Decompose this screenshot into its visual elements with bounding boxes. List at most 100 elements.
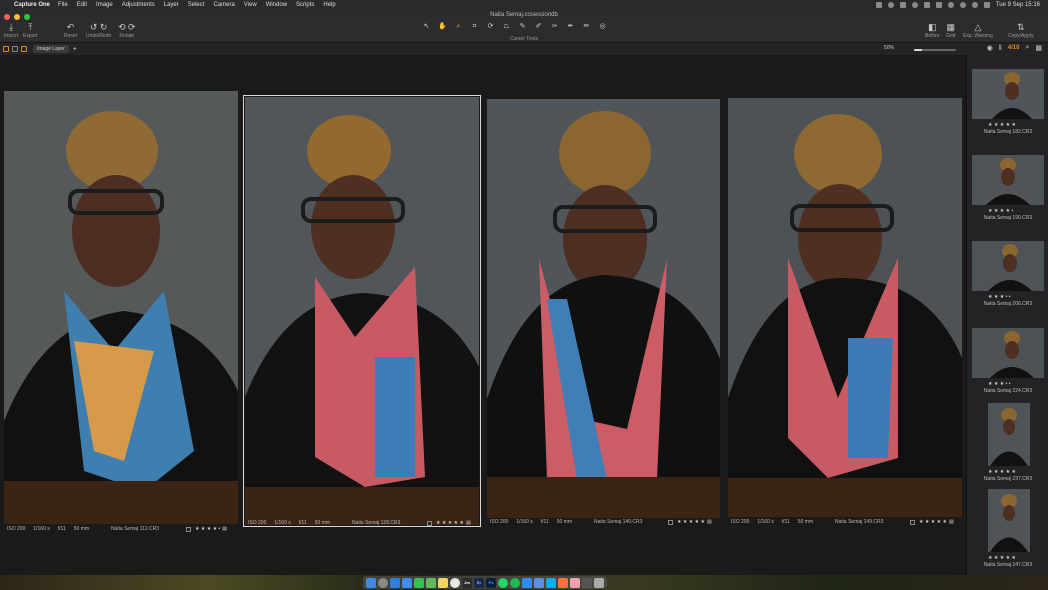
browser-view-icon[interactable]: ▦ <box>1035 44 1042 52</box>
photo-149[interactable] <box>728 98 962 517</box>
pan-tool-icon[interactable]: ✋ <box>436 23 449 31</box>
messages-icon[interactable] <box>414 577 424 588</box>
zoom-tool-icon[interactable]: ⌕ <box>452 23 465 31</box>
bluetooth-icon[interactable] <box>947 2 954 8</box>
menubar-clock[interactable]: Tue 9 Sep 15:16 <box>996 2 1040 8</box>
menubar-extra-icon[interactable] <box>875 2 882 8</box>
star-rating[interactable]: ★ ★ ★ ★ • <box>195 526 220 532</box>
filmstrip-item[interactable]: ★ ★ ★ • • Naita Semaj 206.CR3 <box>970 241 1046 323</box>
crop-tool-icon[interactable]: ⌗ <box>468 23 481 31</box>
zoom-icon[interactable] <box>522 577 532 588</box>
filmstrip-item[interactable]: ★ ★ ★ • • Naita Semaj 224.CR3 <box>970 328 1046 410</box>
photo-128[interactable] <box>243 95 481 527</box>
bridge-icon[interactable]: Br <box>474 577 484 588</box>
menu-image[interactable]: Image <box>96 2 113 8</box>
layer-select[interactable]: Image Layer <box>33 45 69 53</box>
spotify-icon[interactable] <box>510 577 520 588</box>
pause-icon[interactable]: ‖ <box>999 45 1002 52</box>
label-icon[interactable]: ▤ <box>222 526 227 532</box>
browser-mode-icon[interactable] <box>12 46 18 52</box>
label-icon[interactable]: ▤ <box>707 519 712 525</box>
menu-help[interactable]: Help <box>323 2 335 8</box>
app-menu[interactable]: Capture One <box>14 2 50 8</box>
thumb-stars[interactable]: ★ ★ ★ • • <box>988 294 1011 300</box>
menu-window[interactable]: Window <box>266 2 287 8</box>
photoshop-icon[interactable]: Ps <box>486 577 496 588</box>
preview-icon[interactable] <box>570 577 580 588</box>
select-checkbox[interactable] <box>910 519 915 525</box>
trash-icon[interactable] <box>594 577 604 588</box>
select-checkbox[interactable] <box>668 519 673 525</box>
grid-button[interactable]: ▦ Grid <box>946 22 955 39</box>
photo-rating[interactable]: ★ ★ ★ ★ ★ ▤ <box>427 520 471 526</box>
select-tool-icon[interactable]: ↖ <box>420 23 433 31</box>
label-icon[interactable]: ▤ <box>466 520 471 526</box>
thumb-stars[interactable]: ★ ★ ★ ★ ★ <box>988 555 1016 561</box>
menu-layer[interactable]: Layer <box>164 2 179 8</box>
select-checkbox[interactable] <box>427 520 432 526</box>
search-icon[interactable] <box>971 2 978 8</box>
finder-icon[interactable] <box>366 577 376 588</box>
annotation-tool-icon[interactable]: ◎ <box>596 23 609 31</box>
filmstrip-item[interactable]: ★ ★ ★ ★ ★ Naita Semaj 237.CR3 <box>970 403 1046 489</box>
filmstrip-item[interactable]: ★ ★ ★ ★ ★ Naita Semaj 182.CR3 <box>970 69 1046 151</box>
photo-112[interactable] <box>4 91 238 524</box>
whatsapp-icon[interactable] <box>498 577 508 588</box>
capture-one-icon[interactable]: Jm <box>462 577 472 588</box>
photo-rating[interactable]: ★ ★ ★ ★ ★ ▤ <box>910 519 954 525</box>
star-rating[interactable]: ★ ★ ★ ★ ★ <box>919 519 947 525</box>
before-button[interactable]: ◧ Before <box>925 22 940 39</box>
viewer-mode-icon[interactable] <box>3 46 9 52</box>
wifi-icon[interactable] <box>959 2 966 8</box>
thumb-stars[interactable]: ★ ★ ★ ★ ★ <box>988 469 1016 475</box>
menu-file[interactable]: File <box>58 2 68 8</box>
search-icon[interactable]: ⌕ <box>1025 44 1029 52</box>
menubar-extra-icon[interactable] <box>887 2 894 8</box>
thumb-stars[interactable]: ★ ★ ★ ★ • <box>988 208 1013 214</box>
menu-edit[interactable]: Edit <box>77 2 87 8</box>
proof-icon[interactable]: ◉ <box>987 44 993 52</box>
menu-select[interactable]: Select <box>188 2 205 8</box>
star-rating[interactable]: ★ ★ ★ ★ ★ <box>677 519 705 525</box>
color-picker-icon[interactable]: ✏ <box>580 23 593 31</box>
exp-warning-button[interactable]: △ Exp. Warning <box>963 22 993 39</box>
filmstrip-item[interactable]: ★ ★ ★ ★ • Naita Semaj 190.CR3 <box>970 155 1046 237</box>
thumb-stars[interactable]: ★ ★ ★ ★ ★ <box>988 122 1016 128</box>
menu-view[interactable]: View <box>244 2 257 8</box>
control-center-icon[interactable] <box>983 2 990 8</box>
filmstrip-item[interactable]: ★ ★ ★ ★ ★ Naita Semaj 247.CR3 <box>970 489 1046 575</box>
copy-apply-button[interactable]: ⇅ Copy/Apply <box>1008 22 1034 39</box>
gradient-tool-icon[interactable]: ✒ <box>564 23 577 31</box>
menu-scripts[interactable]: Scripts <box>296 2 314 8</box>
volume-icon[interactable] <box>923 2 930 8</box>
keystone-tool-icon[interactable]: ⏢ <box>500 23 513 31</box>
activity-icon[interactable] <box>582 577 592 588</box>
label-icon[interactable]: ▤ <box>949 519 954 525</box>
thumb-stars[interactable]: ★ ★ ★ • • <box>988 381 1011 387</box>
menubar-extra-icon[interactable] <box>911 2 918 8</box>
menu-camera[interactable]: Camera <box>213 2 234 8</box>
safari-icon[interactable] <box>390 577 400 588</box>
launchpad-icon[interactable] <box>378 577 388 588</box>
eraser-tool-icon[interactable]: ✑ <box>548 23 561 31</box>
notes-icon[interactable] <box>438 577 448 588</box>
brush-tool-icon[interactable]: ✐ <box>532 23 545 31</box>
spot-removal-tool-icon[interactable]: ✎ <box>516 23 529 31</box>
star-rating[interactable]: ★ ★ ★ ★ ★ <box>436 520 464 526</box>
battery-icon[interactable] <box>935 2 942 8</box>
photo-140[interactable] <box>487 99 720 518</box>
multi-view-icon[interactable] <box>21 46 27 52</box>
maps-icon[interactable] <box>426 577 436 588</box>
menubar-extra-icon[interactable] <box>899 2 906 8</box>
chrome-icon[interactable] <box>450 577 460 588</box>
mail-icon[interactable] <box>402 577 412 588</box>
add-layer-icon[interactable]: + <box>73 46 77 53</box>
rotate-tool-icon[interactable]: ⟳ <box>484 23 497 31</box>
app-store-icon[interactable] <box>534 577 544 588</box>
photo-rating[interactable]: ★ ★ ★ ★ ★ ▤ <box>668 519 712 525</box>
menu-adjustments[interactable]: Adjustments <box>122 2 155 8</box>
select-checkbox[interactable] <box>186 526 191 532</box>
firefox-icon[interactable] <box>558 577 568 588</box>
skype-icon[interactable] <box>546 577 556 588</box>
zoom-slider[interactable] <box>914 49 956 51</box>
